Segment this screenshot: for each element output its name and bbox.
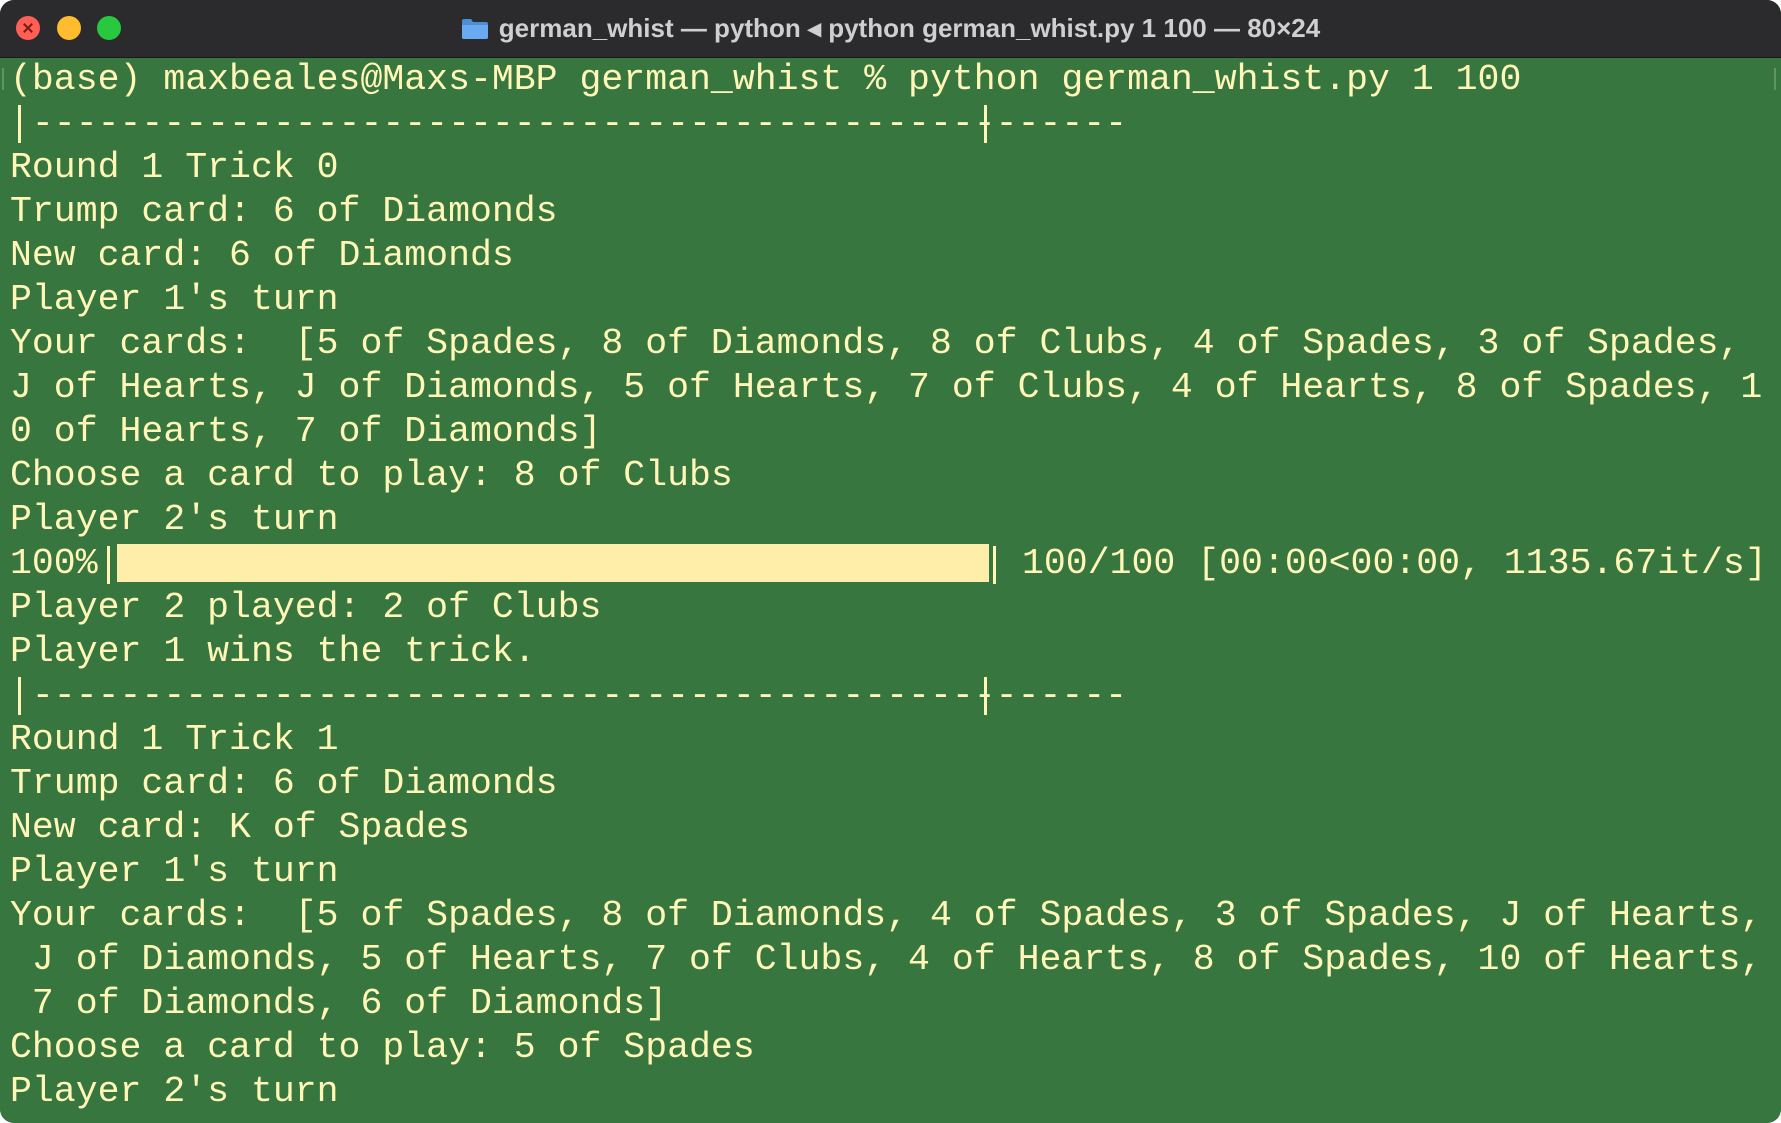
terminal-output[interactable]: (base) maxbeales@Maxs-MBP german_whist %… bbox=[0, 58, 1781, 1123]
separator-line: |---------------------------------------… bbox=[10, 102, 1149, 146]
output-line: Trump card: 6 of Diamonds bbox=[10, 763, 558, 804]
progress-left-edge bbox=[107, 546, 110, 584]
output-line: J of Diamonds, 5 of Hearts, 7 of Clubs, … bbox=[10, 939, 1763, 980]
window-title: german_whist — python ◂ python german_wh… bbox=[498, 13, 1321, 43]
output-line: Player 1's turn bbox=[10, 851, 339, 892]
progress-right-edge bbox=[993, 546, 996, 584]
output-line: Player 1's turn bbox=[10, 279, 339, 320]
output-line: New card: K of Spades bbox=[10, 807, 470, 848]
output-line: New card: 6 of Diamonds bbox=[10, 235, 514, 276]
command-prompt-line: (base) maxbeales@Maxs-MBP german_whist %… bbox=[10, 59, 1522, 100]
output-line: 0 of Hearts, 7 of Diamonds] bbox=[10, 411, 602, 452]
output-line: Player 2's turn bbox=[10, 499, 339, 540]
output-line: Player 2's turn bbox=[10, 1071, 339, 1112]
output-line: J of Hearts, J of Diamonds, 5 of Hearts,… bbox=[10, 367, 1763, 408]
output-line: Your cards: [5 of Spades, 8 of Diamonds,… bbox=[10, 323, 1741, 364]
output-line: Choose a card to play: 8 of Clubs bbox=[10, 455, 733, 496]
output-line: Player 1 wins the trick. bbox=[10, 631, 536, 672]
output-line: Player 2 played: 2 of Clubs bbox=[10, 587, 602, 628]
progress-bar-fill bbox=[117, 544, 989, 582]
separator-left-bar bbox=[18, 677, 21, 715]
separator-right-bar bbox=[984, 105, 987, 143]
progress-bar bbox=[117, 544, 989, 582]
window-title-area: german_whist — python ◂ python german_wh… bbox=[0, 0, 1781, 57]
separator-left-bar bbox=[18, 105, 21, 143]
progress-stats: 100/100 [00:00<00:00, 1135.67it/s] bbox=[1022, 543, 1767, 584]
progress-percent: 100% bbox=[10, 543, 98, 584]
output-line: Round 1 Trick 0 bbox=[10, 147, 339, 188]
separator-right-bar bbox=[984, 677, 987, 715]
terminal-window: german_whist — python ◂ python german_wh… bbox=[0, 0, 1781, 1123]
output-line: Trump card: 6 of Diamonds bbox=[10, 191, 558, 232]
separator-dash-glyphs: ----------------------------------------… bbox=[10, 103, 1128, 144]
title-bar[interactable]: german_whist — python ◂ python german_wh… bbox=[0, 0, 1781, 58]
progress-bar-line: 100% 100/100 [00:00<00:00, 1135.67it/s] bbox=[10, 542, 1767, 586]
output-line: Choose a card to play: 5 of Spades bbox=[10, 1027, 755, 1068]
separator-line: |---------------------------------------… bbox=[10, 674, 1149, 718]
folder-icon bbox=[461, 18, 488, 39]
right-margin-marker bbox=[1774, 68, 1776, 90]
output-line: Your cards: [5 of Spades, 8 of Diamonds,… bbox=[10, 895, 1763, 936]
output-line: Round 1 Trick 1 bbox=[10, 719, 339, 760]
separator-dash-glyphs: ----------------------------------------… bbox=[10, 675, 1128, 716]
output-line: 7 of Diamonds, 6 of Diamonds] bbox=[10, 983, 668, 1024]
left-margin-marker bbox=[2, 68, 4, 90]
